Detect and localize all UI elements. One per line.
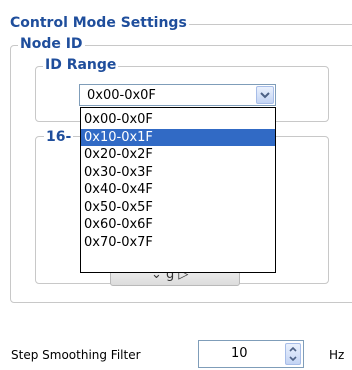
dropdown-option-0x20[interactable]: 0x20-0x2F	[81, 146, 275, 164]
spin-down-button[interactable]	[286, 354, 300, 364]
id-range-combobox[interactable]: 0x00-0x0F	[79, 84, 276, 106]
dropdown-option-0x10[interactable]: 0x10-0x1F	[81, 128, 275, 146]
node-id-title: Node ID	[18, 36, 85, 52]
step-smoothing-value[interactable]: 10	[231, 346, 248, 361]
spin-buttons	[285, 343, 301, 365]
chevron-down-icon	[289, 356, 297, 362]
id-range-title: ID Range	[43, 57, 119, 73]
id-range-dropdown-button[interactable]	[256, 86, 274, 104]
id-range-dropdown-list[interactable]: 0x00-0x0F 0x10-0x1F 0x20-0x2F 0x30-0x3F …	[80, 107, 276, 273]
id-range-selected-value: 0x00-0x0F	[87, 88, 156, 103]
spin-up-button[interactable]	[286, 344, 300, 354]
chevron-down-icon	[260, 92, 270, 99]
dropdown-option-0x60[interactable]: 0x60-0x6F	[81, 216, 275, 234]
dropdown-option-0x40[interactable]: 0x40-0x4F	[81, 181, 275, 199]
dropdown-option-0x50[interactable]: 0x50-0x5F	[81, 199, 275, 217]
dropdown-option-0x00[interactable]: 0x00-0x0F	[81, 111, 275, 129]
control-mode-title: Control Mode Settings	[8, 15, 189, 31]
step-smoothing-spinbox[interactable]: 10	[198, 340, 304, 368]
step-smoothing-unit: Hz	[329, 348, 345, 362]
chevron-up-icon	[289, 346, 297, 352]
group-16-title: 16-	[44, 129, 74, 145]
step-smoothing-label: Step Smoothing Filter	[11, 348, 141, 362]
dropdown-option-0x70[interactable]: 0x70-0x7F	[81, 234, 275, 252]
dropdown-option-0x30[interactable]: 0x30-0x3F	[81, 164, 275, 182]
